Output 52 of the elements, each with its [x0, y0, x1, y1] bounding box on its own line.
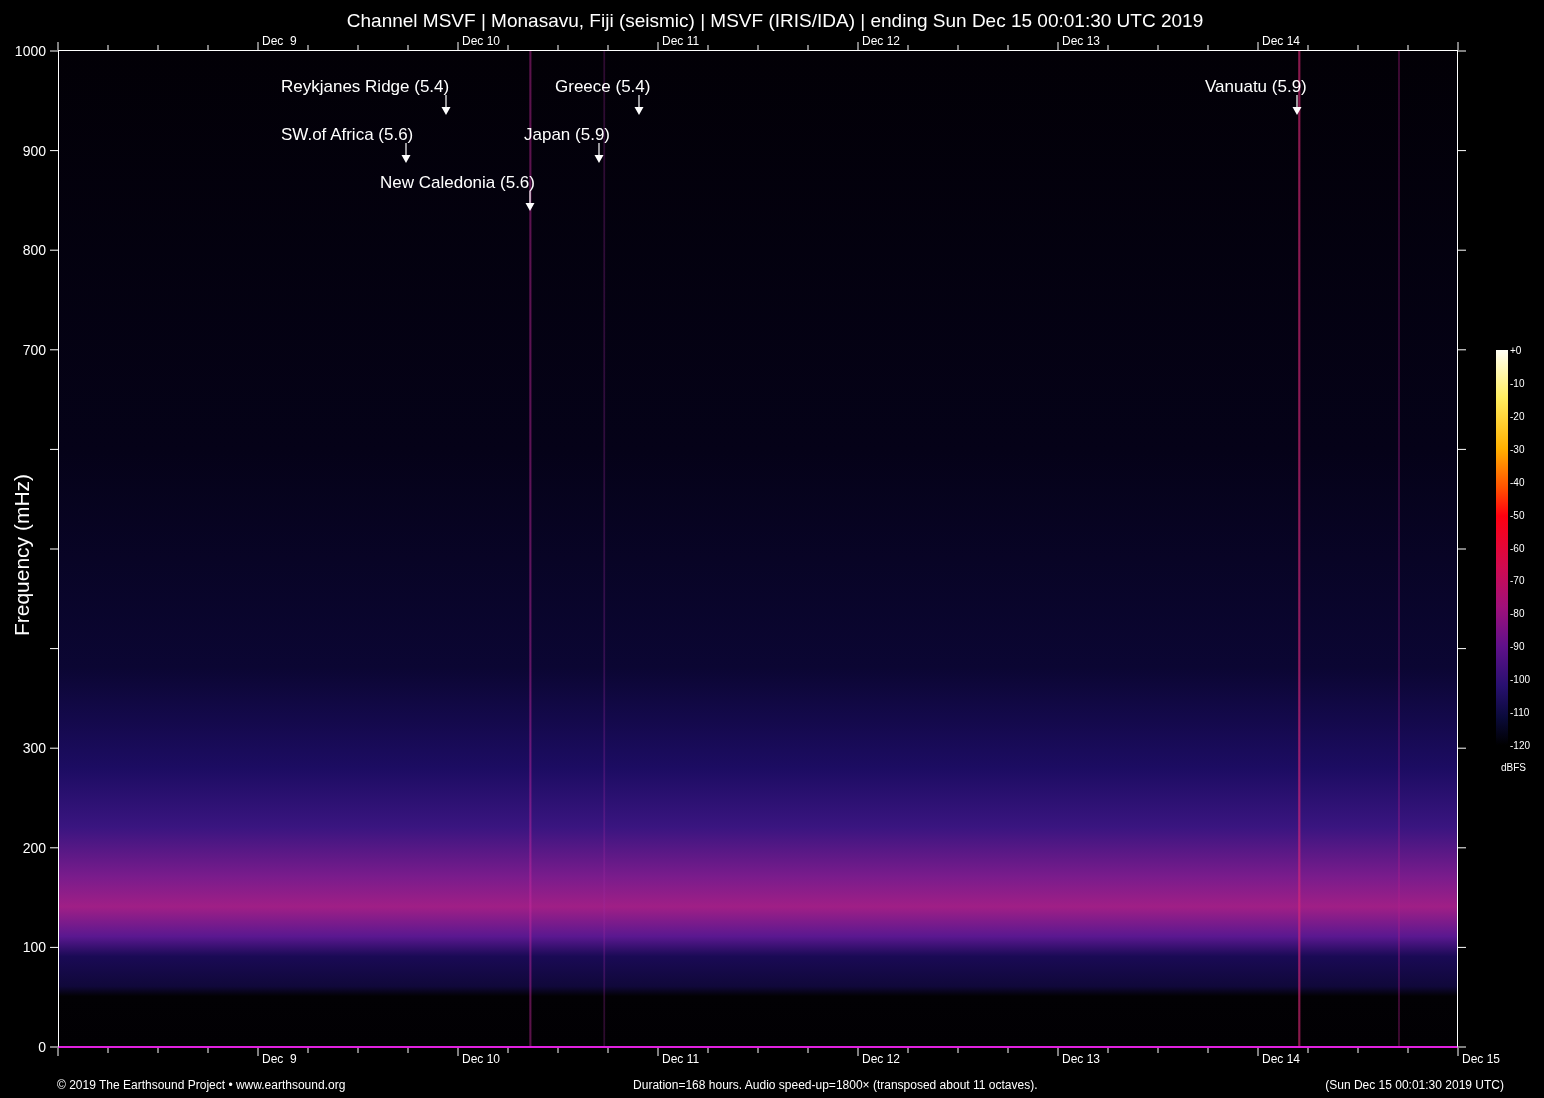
colorbar-tick-label: -60 — [1510, 542, 1525, 553]
y-tick-label: 200 — [22, 839, 46, 856]
event-label: New Caledonia (5.6) — [380, 173, 535, 193]
date-label: Dec 9 — [261, 34, 297, 48]
event-label: Vanuatu (5.9) — [1205, 77, 1307, 97]
event-label: SW.of Africa (5.6) — [281, 125, 414, 145]
date-label: Dec 12 — [861, 1052, 901, 1066]
colorbar-tick-label: -50 — [1510, 509, 1525, 521]
colorbar-tick-label: -40 — [1510, 476, 1525, 488]
y-tick-label: 900 — [22, 142, 46, 159]
arrow-icon — [594, 143, 604, 163]
colorbar-tick-label: -70 — [1510, 574, 1525, 586]
credit-text: © 2019 The Earthsound Project • www.earthsound.org — [57, 1078, 346, 1092]
arrow-icon — [525, 191, 535, 211]
y-axis-title: Frequency (mHz) — [10, 473, 34, 637]
date-label: Dec 13 — [1061, 1052, 1101, 1066]
colorbar-tick-label: -90 — [1510, 640, 1525, 652]
date-label: Dec 12 — [861, 34, 901, 48]
y-tick-label: 300 — [22, 740, 46, 757]
info-text: Duration=168 hours. Audio speed-up=1800× (transposed about 11 octaves). — [633, 1078, 1038, 1092]
date-label: Dec 10 — [461, 34, 501, 48]
event-label: Japan (5.9) — [524, 125, 610, 145]
date-label: Dec 14 — [1261, 34, 1301, 48]
colorbar-tick-label: -100 — [1510, 673, 1530, 685]
end-time-text: (Sun Dec 15 00:01:30 2019 UTC) — [1325, 1078, 1504, 1092]
event-label: Greece (5.4) — [555, 77, 651, 97]
arrow-icon — [401, 143, 411, 163]
colorbar-tick-label: -20 — [1510, 410, 1525, 422]
date-label: Dec 9 — [261, 1052, 297, 1066]
y-tick-label: 0 — [38, 1039, 46, 1055]
date-label: Dec 10 — [461, 1052, 501, 1066]
event-label: Reykjanes Ridge (5.4) — [281, 77, 450, 97]
arrow-icon — [441, 95, 451, 115]
colorbar-unit: dBFS — [1501, 762, 1526, 773]
y-tick-label: 1000 — [14, 43, 46, 59]
chart-title: Channel MSVF | Monasavu, Fiji (seismic) | MSVF (IRIS/IDA) | ending Sun Dec 15 00:01:30 UTC 2019 — [345, 9, 1205, 32]
colorbar-tick-label: -30 — [1510, 443, 1525, 455]
y-tick-label: 100 — [22, 939, 46, 956]
y-tick-label: 700 — [22, 341, 46, 358]
arrow-icon — [1292, 95, 1302, 115]
date-label: Dec 11 — [661, 1052, 700, 1066]
y-tick-label: 800 — [22, 242, 46, 259]
colorbar-tick-label: +0 — [1510, 344, 1522, 356]
colorbar-tick-label: -120 — [1510, 739, 1530, 751]
colorbar-tick-label: -110 — [1510, 706, 1530, 718]
colorbar-tick-label: -10 — [1510, 377, 1525, 389]
date-label: Dec 15 — [1461, 1052, 1501, 1066]
date-label: Dec 13 — [1061, 34, 1101, 48]
arrow-icon — [634, 95, 644, 115]
date-label: Dec 11 — [661, 34, 700, 48]
colorbar-tick-label: -80 — [1510, 607, 1525, 619]
date-label: Dec 14 — [1261, 1052, 1301, 1066]
